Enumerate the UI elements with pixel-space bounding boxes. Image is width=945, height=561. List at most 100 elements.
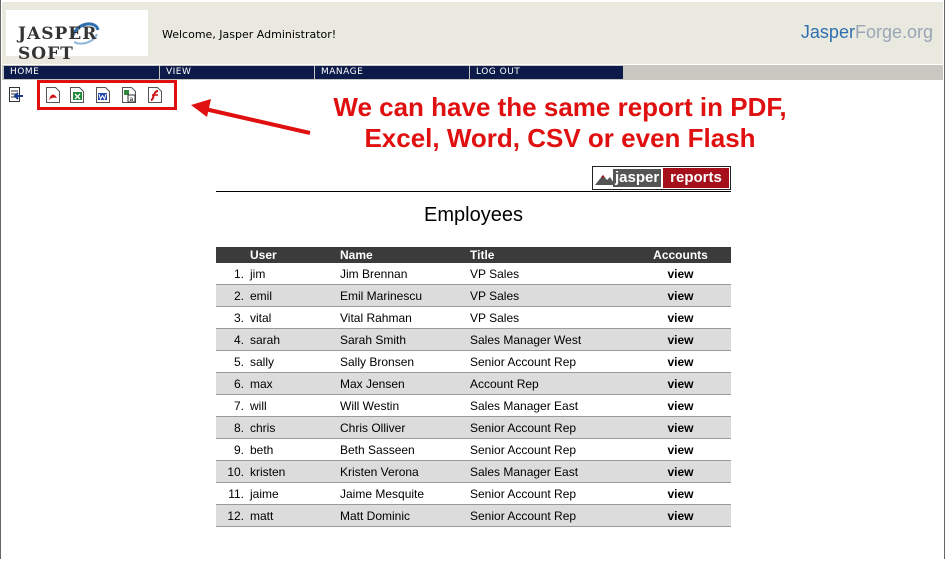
row-accounts-view-link[interactable]: view (630, 438, 731, 461)
row-accounts-view-link[interactable]: view (630, 350, 731, 373)
red-arrow-icon (191, 99, 311, 135)
employees-table: User Name Title Accounts 1. jim Jim Brenna… (216, 247, 731, 527)
table-row: 11. jaime Jaime Mesquite Senior Account Rep… (216, 482, 731, 505)
table-row: 5. sally Sally Bronsen Senior Account Rep vi… (216, 350, 731, 373)
row-name: Will Westin (340, 394, 470, 417)
nav-home[interactable]: HOME (4, 66, 159, 79)
jasperreports-logo: jasper reports (592, 166, 731, 190)
table-row: 4. sarah Sarah Smith Sales Manager West view (216, 328, 731, 351)
export-icons-highlight (37, 80, 177, 110)
row-index: 9. (216, 438, 246, 461)
row-index: 11. (216, 482, 246, 505)
row-index: 4. (216, 328, 246, 351)
row-accounts-view-link[interactable]: view (630, 504, 731, 527)
row-accounts-view-link[interactable]: view (630, 263, 731, 285)
row-user: matt (246, 504, 340, 527)
header-name: Name (340, 247, 470, 263)
table-row: 9. beth Beth Sasseen Senior Account Rep view (216, 438, 731, 461)
row-user: jaime (246, 482, 340, 505)
row-title: Senior Account Rep (470, 350, 630, 373)
row-index: 8. (216, 416, 246, 439)
row-name: Kristen Verona (340, 460, 470, 483)
row-index: 12. (216, 504, 246, 527)
row-index: 6. (216, 372, 246, 395)
row-name: Emil Marinescu (340, 284, 470, 307)
row-user: beth (246, 438, 340, 461)
jaspersoft-logo[interactable]: JASPER SOFT (6, 10, 148, 64)
row-index: 10. (216, 460, 246, 483)
back-icon[interactable] (9, 87, 23, 103)
row-accounts-view-link[interactable]: view (630, 482, 731, 505)
row-title: VP Sales (470, 263, 630, 285)
row-title: VP Sales (470, 306, 630, 329)
row-name: Sally Bronsen (340, 350, 470, 373)
row-name: Jim Brennan (340, 263, 470, 285)
jasperforge-link[interactable]: JasperForge.org (801, 22, 933, 43)
row-user: vital (246, 306, 340, 329)
logo-jasper: jasper (613, 169, 662, 187)
logo-reports: reports (663, 168, 729, 188)
row-index: 1. (216, 263, 246, 285)
table-row: 2. emil Emil Marinescu VP Sales view (216, 284, 731, 307)
nav-logout[interactable]: LOG OUT (470, 66, 623, 79)
mountain-logo-icon (595, 175, 615, 185)
table-row: 8. chris Chris Olliver Senior Account Rep vi… (216, 416, 731, 439)
report-rule (216, 191, 731, 192)
row-title: Senior Account Rep (470, 438, 630, 461)
table-row: 7. will Will Westin Sales Manager East view (216, 394, 731, 417)
row-accounts-view-link[interactable]: view (630, 328, 731, 351)
row-name: Matt Dominic (340, 504, 470, 527)
nav-manage[interactable]: MANAGE (315, 66, 469, 79)
row-accounts-view-link[interactable]: view (630, 372, 731, 395)
header: JASPER SOFT Welcome, Jasper Administrato… (2, 2, 943, 64)
row-title: VP Sales (470, 284, 630, 307)
row-name: Vital Rahman (340, 306, 470, 329)
row-title: Senior Account Rep (470, 504, 630, 527)
row-name: Max Jensen (340, 372, 470, 395)
header-accounts: Accounts (630, 247, 731, 263)
row-accounts-view-link[interactable]: view (630, 416, 731, 439)
row-accounts-view-link[interactable]: view (630, 306, 731, 329)
row-user: will (246, 394, 340, 417)
row-user: sally (246, 350, 340, 373)
row-accounts-view-link[interactable]: view (630, 394, 731, 417)
row-user: chris (246, 416, 340, 439)
report-title: Employees (424, 204, 523, 226)
row-index: 7. (216, 394, 246, 417)
header-index (216, 247, 246, 263)
row-name: Beth Sasseen (340, 438, 470, 461)
row-index: 2. (216, 284, 246, 307)
nav-view[interactable]: VIEW (160, 66, 314, 79)
annotation-text: We can have the same report in PDF, Exce… (300, 92, 820, 154)
row-user: kristen (246, 460, 340, 483)
forge-light: Forge.org (854, 22, 933, 42)
row-title: Senior Account Rep (470, 482, 630, 505)
row-index: 5. (216, 350, 246, 373)
row-title: Senior Account Rep (470, 416, 630, 439)
row-title: Sales Manager West (470, 328, 630, 351)
row-title: Account Rep (470, 372, 630, 395)
row-name: Sarah Smith (340, 328, 470, 351)
header-title: Title (470, 247, 630, 263)
row-name: Chris Olliver (340, 416, 470, 439)
row-user: sarah (246, 328, 340, 351)
header-user: User (246, 247, 340, 263)
row-accounts-view-link[interactable]: view (630, 284, 731, 307)
forge-main: Jasper (800, 22, 855, 42)
table-row: 10. kristen Kristen Verona Sales Manager Ea… (216, 460, 731, 483)
logo-text: JASPER SOFT (18, 24, 98, 64)
row-index: 3. (216, 306, 246, 329)
row-user: emil (246, 284, 340, 307)
welcome-message: Welcome, Jasper Administrator! (162, 28, 337, 41)
table-header-row: User Name Title Accounts (216, 247, 731, 263)
annotation-line-2: Excel, Word, CSV or even Flash (364, 123, 756, 153)
table-row: 6. max Max Jensen Account Rep view (216, 372, 731, 395)
table-row: 12. matt Matt Dominic Senior Account Rep vie… (216, 504, 731, 527)
row-user: max (246, 372, 340, 395)
row-user: jim (246, 263, 340, 285)
row-title: Sales Manager East (470, 460, 630, 483)
table-row: 1. jim Jim Brennan VP Sales view (216, 263, 731, 285)
row-title: Sales Manager East (470, 394, 630, 417)
row-accounts-view-link[interactable]: view (630, 460, 731, 483)
annotation-line-1: We can have the same report in PDF, (333, 92, 787, 122)
